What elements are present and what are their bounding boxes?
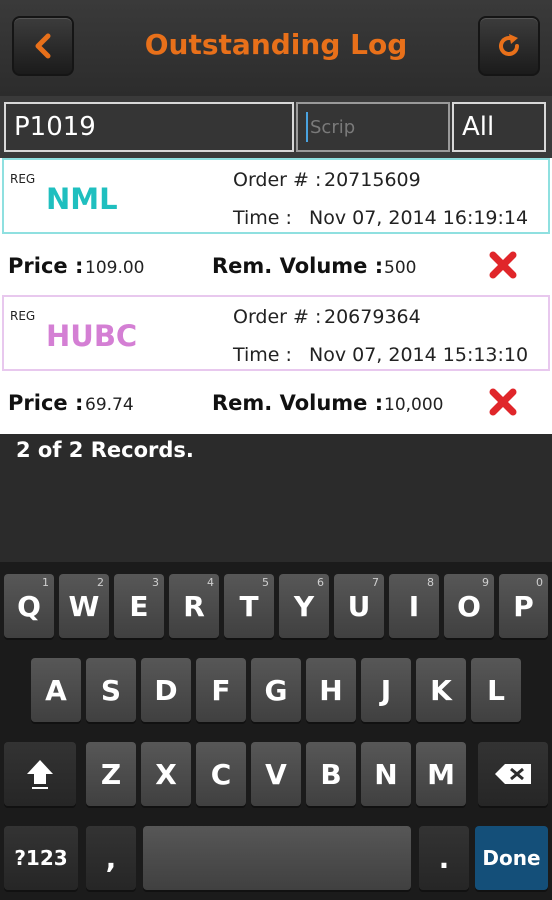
backspace-icon bbox=[495, 764, 531, 784]
key-y[interactable]: Y6 bbox=[279, 574, 329, 638]
key-j[interactable]: J bbox=[361, 658, 411, 722]
key-label: R bbox=[183, 589, 205, 623]
key-hint: 4 bbox=[207, 576, 214, 589]
key-d[interactable]: D bbox=[141, 658, 191, 722]
on-screen-keyboard: Q1 W2 E3 R4 T5 Y6 U7 I8 O9 P0 A S D F G … bbox=[0, 562, 552, 900]
key-label: Y bbox=[293, 589, 315, 623]
key-n[interactable]: N bbox=[361, 742, 411, 806]
remaining-volume-value: 500 bbox=[384, 258, 417, 278]
symbol-label: NML bbox=[46, 182, 118, 216]
key-b[interactable]: B bbox=[306, 742, 356, 806]
key-hint: 8 bbox=[427, 576, 434, 589]
backspace-key[interactable] bbox=[478, 742, 548, 806]
key-u[interactable]: U7 bbox=[334, 574, 384, 638]
order-header[interactable]: REG HUBC Order # : 20679364 Time : Nov 0… bbox=[2, 295, 550, 371]
key-l[interactable]: L bbox=[471, 658, 521, 722]
refresh-button[interactable] bbox=[478, 16, 540, 76]
key-hint: 3 bbox=[152, 576, 159, 589]
key-f[interactable]: F bbox=[196, 658, 246, 722]
back-button[interactable] bbox=[12, 16, 74, 76]
key-hint: 7 bbox=[372, 576, 379, 589]
key-hint: 2 bbox=[97, 576, 104, 589]
key-hint: 6 bbox=[317, 576, 324, 589]
comma-key[interactable]: , bbox=[86, 826, 136, 890]
key-hint: 0 bbox=[536, 576, 543, 589]
key-label: U bbox=[347, 589, 371, 623]
order-number-label: Order # : bbox=[233, 169, 322, 191]
price-label: Price : bbox=[8, 254, 84, 278]
order-number-value: 20715609 bbox=[324, 169, 421, 191]
market-tag: REG bbox=[10, 309, 36, 323]
key-v[interactable]: V bbox=[251, 742, 301, 806]
page-title: Outstanding Log bbox=[144, 28, 408, 61]
key-hint: 5 bbox=[262, 576, 269, 589]
red-x-icon bbox=[489, 251, 517, 279]
key-h[interactable]: H bbox=[306, 658, 356, 722]
red-x-icon bbox=[489, 388, 517, 416]
cancel-order-button[interactable] bbox=[488, 250, 518, 280]
price-value: 109.00 bbox=[85, 258, 145, 278]
key-hint: 1 bbox=[42, 576, 49, 589]
period-key[interactable]: . bbox=[419, 826, 469, 890]
app-header: Outstanding Log bbox=[0, 0, 552, 96]
price-value: 69.74 bbox=[85, 395, 134, 415]
market-tag: REG bbox=[10, 172, 36, 186]
key-c[interactable]: C bbox=[196, 742, 246, 806]
key-g[interactable]: G bbox=[251, 658, 301, 722]
key-label: E bbox=[129, 589, 149, 623]
key-label: T bbox=[239, 589, 259, 623]
refresh-icon bbox=[499, 34, 519, 56]
scrip-input[interactable]: Scrip bbox=[296, 102, 450, 152]
key-e[interactable]: E3 bbox=[114, 574, 164, 638]
order-type-select[interactable]: All bbox=[452, 102, 546, 152]
key-p[interactable]: P0 bbox=[499, 574, 548, 638]
key-label: Q bbox=[17, 589, 41, 623]
records-count: 2 of 2 Records. bbox=[16, 438, 194, 462]
key-q[interactable]: Q1 bbox=[4, 574, 54, 638]
shift-arrow-icon bbox=[27, 760, 53, 789]
price-label: Price : bbox=[8, 391, 84, 415]
key-label: O bbox=[457, 589, 481, 623]
key-m[interactable]: M bbox=[416, 742, 466, 806]
shift-key[interactable] bbox=[4, 742, 76, 806]
order-number-label: Order # : bbox=[233, 306, 322, 328]
key-t[interactable]: T5 bbox=[224, 574, 274, 638]
cancel-order-button[interactable] bbox=[488, 387, 518, 417]
key-s[interactable]: S bbox=[86, 658, 136, 722]
remaining-volume-label: Rem. Volume : bbox=[212, 391, 384, 415]
done-key[interactable]: Done bbox=[475, 826, 548, 890]
time-value: Nov 07, 2014 15:13:10 bbox=[309, 344, 529, 366]
time-value: Nov 07, 2014 16:19:14 bbox=[309, 207, 529, 229]
orders-list: REG NML Order # : 20715609 Time : Nov 07… bbox=[0, 158, 552, 434]
order-details: Price : 109.00 Rem. Volume : 500 bbox=[0, 236, 552, 296]
key-i[interactable]: I8 bbox=[389, 574, 439, 638]
key-z[interactable]: Z bbox=[86, 742, 136, 806]
key-k[interactable]: K bbox=[416, 658, 466, 722]
back-arrow-icon bbox=[35, 33, 51, 59]
symbol-label: HUBC bbox=[46, 319, 138, 353]
key-r[interactable]: R4 bbox=[169, 574, 219, 638]
scrip-placeholder: Scrip bbox=[310, 116, 356, 138]
account-field[interactable]: P1019 bbox=[4, 102, 294, 152]
time-label: Time : bbox=[233, 207, 292, 229]
time-label: Time : bbox=[233, 344, 292, 366]
remaining-volume-value: 10,000 bbox=[384, 395, 444, 415]
order-details: Price : 69.74 Rem. Volume : 10,000 bbox=[0, 373, 552, 433]
filter-bar: P1019 Scrip All bbox=[0, 96, 552, 158]
remaining-volume-label: Rem. Volume : bbox=[212, 254, 384, 278]
key-label: I bbox=[408, 589, 420, 623]
order-number-value: 20679364 bbox=[324, 306, 421, 328]
key-label: P bbox=[513, 589, 534, 623]
key-o[interactable]: O9 bbox=[444, 574, 494, 638]
key-label: W bbox=[68, 589, 100, 623]
key-w[interactable]: W2 bbox=[59, 574, 109, 638]
symbols-key[interactable]: ?123 bbox=[4, 826, 78, 890]
key-x[interactable]: X bbox=[141, 742, 191, 806]
text-cursor bbox=[306, 112, 308, 142]
space-key[interactable] bbox=[143, 826, 411, 890]
key-a[interactable]: A bbox=[31, 658, 81, 722]
key-hint: 9 bbox=[482, 576, 489, 589]
order-header[interactable]: REG NML Order # : 20715609 Time : Nov 07… bbox=[2, 158, 550, 234]
